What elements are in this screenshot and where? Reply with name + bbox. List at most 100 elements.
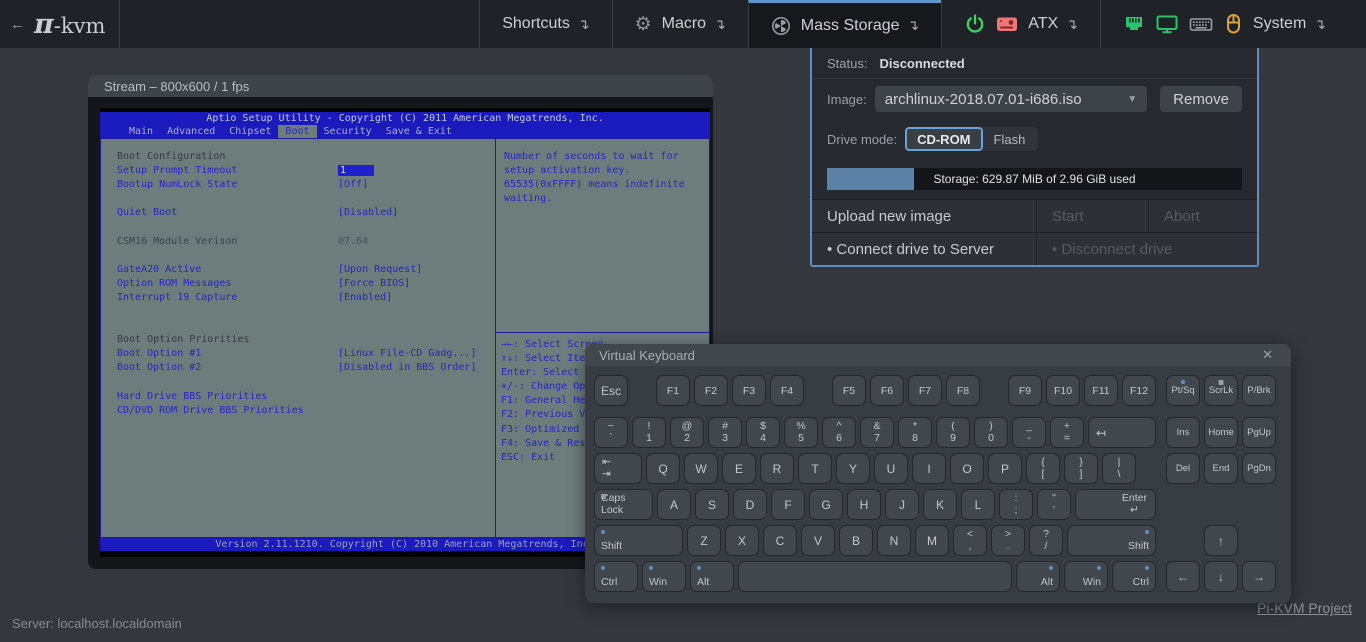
key-f9[interactable]: F9 <box>1009 376 1041 405</box>
key-quote[interactable]: "' <box>1038 490 1070 519</box>
key-n[interactable]: N <box>878 526 910 555</box>
key-m[interactable]: M <box>916 526 948 555</box>
menu-atx[interactable]: ATX ↴ <box>941 0 1100 48</box>
key-f12[interactable]: F12 <box>1123 376 1155 405</box>
key-arrow-up[interactable]: ↑ <box>1205 526 1237 555</box>
key-u[interactable]: U <box>875 454 907 483</box>
key-enter[interactable]: Enter↵ <box>1076 490 1155 519</box>
menu-system[interactable]: System ↴ <box>1100 0 1366 48</box>
key-home[interactable]: Home <box>1205 418 1237 447</box>
key-b[interactable]: B <box>840 526 872 555</box>
key-scrolllock[interactable]: ScrLk <box>1205 376 1237 405</box>
key-f[interactable]: F <box>772 490 804 519</box>
key-arrow-down[interactable]: ↓ <box>1205 562 1237 591</box>
image-select[interactable]: archlinux-2018.07.01-i686.iso ▼ <box>875 86 1147 112</box>
menu-mass-storage[interactable]: Mass Storage ↴ <box>748 0 941 48</box>
key-h[interactable]: H <box>848 490 880 519</box>
key-semicolon[interactable]: :; <box>1000 490 1032 519</box>
key-win-right[interactable]: Win <box>1065 562 1107 591</box>
mode-flash-button[interactable]: Flash <box>981 127 1039 151</box>
key-v[interactable]: V <box>802 526 834 555</box>
upload-new-image-button[interactable]: Upload new image <box>812 200 1037 232</box>
key-q[interactable]: Q <box>647 454 679 483</box>
key-r[interactable]: R <box>761 454 793 483</box>
key-i[interactable]: I <box>913 454 945 483</box>
key-ctrl-right[interactable]: Ctrl <box>1113 562 1155 591</box>
key-0[interactable]: )0 <box>975 418 1007 447</box>
key-pause[interactable]: P/Brk <box>1243 376 1275 405</box>
menu-macro[interactable]: ⚙ Macro ↴ <box>612 0 748 48</box>
close-icon[interactable]: ✕ <box>1258 347 1277 363</box>
back-arrow-icon[interactable]: ← <box>10 16 25 33</box>
key-backspace[interactable]: ↤ <box>1089 418 1155 447</box>
key-z[interactable]: Z <box>688 526 720 555</box>
key-end[interactable]: End <box>1205 454 1237 483</box>
key-g[interactable]: G <box>810 490 842 519</box>
key-grave[interactable]: ~` <box>595 418 627 447</box>
key-space[interactable] <box>739 562 1011 591</box>
key-y[interactable]: Y <box>837 454 869 483</box>
key-3[interactable]: #3 <box>709 418 741 447</box>
key-win-left[interactable]: Win <box>643 562 685 591</box>
key-f11[interactable]: F11 <box>1085 376 1117 405</box>
remove-image-button[interactable]: Remove <box>1160 86 1242 112</box>
key-f1[interactable]: F1 <box>657 376 689 405</box>
key-l[interactable]: L <box>962 490 994 519</box>
key-comma[interactable]: <, <box>954 526 986 555</box>
key-pageup[interactable]: PgUp <box>1243 418 1275 447</box>
stream-window-titlebar[interactable]: Stream – 800x600 / 1 fps <box>88 75 713 97</box>
key-ctrl-left[interactable]: Ctrl <box>595 562 637 591</box>
key-delete[interactable]: Del <box>1167 454 1199 483</box>
key-k[interactable]: K <box>924 490 956 519</box>
key-c[interactable]: C <box>764 526 796 555</box>
key-s[interactable]: S <box>696 490 728 519</box>
key-o[interactable]: O <box>951 454 983 483</box>
key-x[interactable]: X <box>726 526 758 555</box>
key-f2[interactable]: F2 <box>695 376 727 405</box>
key-4[interactable]: $4 <box>747 418 779 447</box>
connect-drive-button[interactable]: • Connect drive to Server <box>812 233 1037 265</box>
key-tab[interactable]: ⇤⇥ <box>595 454 641 483</box>
key-f5[interactable]: F5 <box>833 376 865 405</box>
keyboard-titlebar[interactable]: Virtual Keyboard ✕ <box>585 344 1291 366</box>
key-f10[interactable]: F10 <box>1047 376 1079 405</box>
key-f7[interactable]: F7 <box>909 376 941 405</box>
key-pagedown[interactable]: PgDn <box>1243 454 1275 483</box>
key-8[interactable]: *8 <box>899 418 931 447</box>
key-f6[interactable]: F6 <box>871 376 903 405</box>
key-2[interactable]: @2 <box>671 418 703 447</box>
key-shift-left[interactable]: Shift <box>595 526 682 555</box>
menu-shortcuts[interactable]: Shortcuts ↴ <box>479 0 611 48</box>
key-capslock[interactable]: Caps Lock <box>595 490 652 519</box>
key-slash[interactable]: ?/ <box>1030 526 1062 555</box>
key-f4[interactable]: F4 <box>771 376 803 405</box>
key-f3[interactable]: F3 <box>733 376 765 405</box>
key-e[interactable]: E <box>723 454 755 483</box>
key-alt-right[interactable]: Alt <box>1017 562 1059 591</box>
key-arrow-right[interactable]: → <box>1243 562 1275 591</box>
key-a[interactable]: A <box>658 490 690 519</box>
key-f8[interactable]: F8 <box>947 376 979 405</box>
key-printscreen[interactable]: Pt/Sq <box>1167 376 1199 405</box>
key-arrow-left[interactable]: ← <box>1167 562 1199 591</box>
key-d[interactable]: D <box>734 490 766 519</box>
key-shift-right[interactable]: Shift <box>1068 526 1155 555</box>
key-bracket-close[interactable]: }] <box>1065 454 1097 483</box>
key-j[interactable]: J <box>886 490 918 519</box>
key-6[interactable]: ^6 <box>823 418 855 447</box>
key-backslash[interactable]: |\ <box>1103 454 1135 483</box>
key-p[interactable]: P <box>989 454 1021 483</box>
key-insert[interactable]: Ins <box>1167 418 1199 447</box>
key-w[interactable]: W <box>685 454 717 483</box>
key-t[interactable]: T <box>799 454 831 483</box>
mode-cdrom-button[interactable]: CD-ROM <box>905 127 982 151</box>
key-7[interactable]: &7 <box>861 418 893 447</box>
key-bracket-open[interactable]: {[ <box>1027 454 1059 483</box>
key-1[interactable]: !1 <box>633 418 665 447</box>
key-5[interactable]: %5 <box>785 418 817 447</box>
key-minus[interactable]: _- <box>1013 418 1045 447</box>
key-period[interactable]: >. <box>992 526 1024 555</box>
key-equals[interactable]: += <box>1051 418 1083 447</box>
key-alt-left[interactable]: Alt <box>691 562 733 591</box>
key-9[interactable]: (9 <box>937 418 969 447</box>
